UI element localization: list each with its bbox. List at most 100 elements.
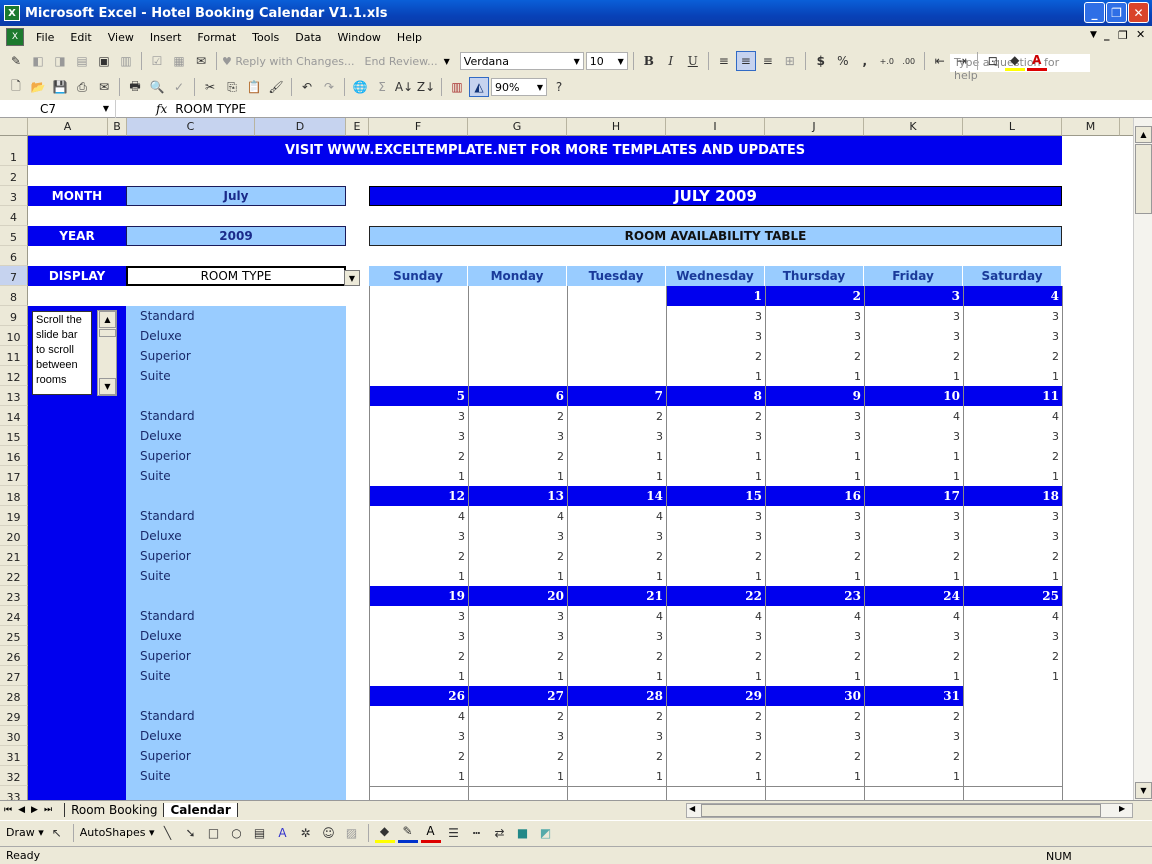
decrease-decimal-icon[interactable]: .00 <box>899 51 919 71</box>
display-dropdown-arrow-icon[interactable]: ▼ <box>344 270 360 286</box>
date-number[interactable]: 22 <box>666 586 765 606</box>
select-all-corner[interactable] <box>0 118 28 136</box>
availability-cell[interactable]: 4 <box>963 406 1062 426</box>
availability-cell[interactable]: 2 <box>468 406 567 426</box>
autosum-icon[interactable]: Σ <box>372 77 392 97</box>
align-right-icon[interactable]: ≡ <box>758 51 778 71</box>
scroll-up-icon[interactable]: ▲ <box>1135 126 1152 143</box>
availability-cell[interactable]: 1 <box>468 566 567 586</box>
date-number[interactable]: 21 <box>567 586 666 606</box>
line-icon[interactable]: ╲ <box>158 823 178 843</box>
previous-comment-icon[interactable]: ◧ <box>28 51 48 71</box>
undo-icon[interactable]: ↶ <box>297 77 317 97</box>
availability-cell[interactable]: 3 <box>765 406 864 426</box>
availability-cell[interactable]: 3 <box>666 726 765 746</box>
horizontal-scroll-thumb[interactable] <box>701 804 1101 817</box>
save-icon[interactable]: 💾 <box>50 77 70 97</box>
availability-cell[interactable]: 3 <box>369 426 468 446</box>
scroll-left-icon[interactable]: ◀ <box>689 804 695 813</box>
workbook-icon[interactable]: X <box>6 28 24 46</box>
first-sheet-icon[interactable]: ⏮ <box>4 805 12 815</box>
row-header-2[interactable]: 2 <box>0 166 28 186</box>
availability-cell[interactable]: 1 <box>765 566 864 586</box>
date-number[interactable]: 25 <box>963 586 1062 606</box>
row-header-4[interactable]: 4 <box>0 206 28 226</box>
date-number[interactable]: 18 <box>963 486 1062 506</box>
restore-button[interactable]: ❐ <box>1106 2 1127 23</box>
wordart-icon[interactable]: A <box>273 823 293 843</box>
row-header-27[interactable]: 27 <box>0 666 28 686</box>
column-header-f[interactable]: F <box>369 118 468 136</box>
column-header-c[interactable]: C <box>127 118 255 136</box>
date-number[interactable]: 8 <box>666 386 765 406</box>
availability-cell[interactable]: 1 <box>567 766 666 786</box>
month-value[interactable]: July <box>126 186 346 206</box>
availability-cell[interactable]: 3 <box>369 526 468 546</box>
availability-cell[interactable]: 1 <box>963 366 1062 386</box>
vertical-scrollbar[interactable]: ▲ ▼ <box>1133 118 1152 800</box>
year-value[interactable]: 2009 <box>126 226 346 246</box>
availability-cell[interactable]: 3 <box>963 526 1062 546</box>
bold-button[interactable]: B <box>639 51 659 71</box>
minimize-button[interactable]: _ <box>1084 2 1105 23</box>
availability-cell[interactable]: 3 <box>963 326 1062 346</box>
availability-cell[interactable]: 3 <box>864 626 963 646</box>
draw-menu-button[interactable]: Draw ▾ <box>6 826 44 839</box>
availability-cell[interactable]: 3 <box>765 506 864 526</box>
availability-cell[interactable]: 3 <box>864 506 963 526</box>
scroll-down-icon[interactable]: ▼ <box>1135 782 1152 799</box>
horizontal-scrollbar[interactable]: ◀ ▶ <box>686 803 1133 818</box>
chart-wizard-icon[interactable]: ▥ <box>447 77 467 97</box>
menu-view[interactable]: View <box>100 31 142 44</box>
sort-descending-icon[interactable]: Z↓ <box>416 77 436 97</box>
availability-cell[interactable]: 1 <box>666 566 765 586</box>
availability-cell[interactable]: 3 <box>369 726 468 746</box>
fill-color-icon[interactable]: ◆ <box>1004 51 1025 71</box>
name-box[interactable]: C7 ▼ <box>0 99 116 118</box>
availability-cell[interactable]: 2 <box>567 706 666 726</box>
row-header-14[interactable]: 14 <box>0 406 28 426</box>
email-icon[interactable]: ✉ <box>94 77 114 97</box>
print-icon[interactable]: 🖶 <box>125 77 145 97</box>
availability-cell[interactable]: 2 <box>468 546 567 566</box>
availability-cell[interactable]: 1 <box>864 466 963 486</box>
availability-cell[interactable]: 1 <box>666 466 765 486</box>
row-header-12[interactable]: 12 <box>0 366 28 386</box>
availability-cell[interactable]: 2 <box>369 646 468 666</box>
close-button[interactable]: ✕ <box>1128 2 1149 23</box>
availability-cell[interactable]: 1 <box>468 666 567 686</box>
availability-cell[interactable]: 1 <box>567 666 666 686</box>
date-number[interactable]: 14 <box>567 486 666 506</box>
next-comment-icon[interactable]: ◨ <box>50 51 70 71</box>
availability-cell[interactable]: 1 <box>765 766 864 786</box>
date-number[interactable]: 4 <box>963 286 1062 306</box>
availability-cell[interactable]: 3 <box>864 726 963 746</box>
row-header-8[interactable]: 8 <box>0 286 28 306</box>
column-header-b[interactable]: B <box>108 118 127 136</box>
oval-icon[interactable]: ○ <box>227 823 247 843</box>
date-number[interactable]: 2 <box>765 286 864 306</box>
display-dropdown[interactable]: ROOM TYPE <box>126 266 346 286</box>
date-number[interactable]: 20 <box>468 586 567 606</box>
availability-cell[interactable]: 1 <box>864 566 963 586</box>
date-number[interactable]: 29 <box>666 686 765 706</box>
availability-cell[interactable]: 4 <box>567 606 666 626</box>
availability-cell[interactable]: 1 <box>864 366 963 386</box>
availability-cell[interactable]: 3 <box>765 426 864 446</box>
availability-cell[interactable]: 3 <box>567 426 666 446</box>
availability-cell[interactable]: 3 <box>666 526 765 546</box>
format-painter-icon[interactable]: 🖌 <box>266 77 286 97</box>
date-number[interactable]: 27 <box>468 686 567 706</box>
room-scroll-thumb[interactable] <box>99 329 116 337</box>
availability-cell[interactable]: 2 <box>963 646 1062 666</box>
show-all-comments-icon[interactable]: ▣ <box>94 51 114 71</box>
availability-cell[interactable]: 2 <box>666 646 765 666</box>
date-number[interactable]: 19 <box>369 586 468 606</box>
availability-cell[interactable]: 3 <box>765 526 864 546</box>
align-center-icon[interactable]: ≡ <box>735 51 756 71</box>
date-number[interactable]: 23 <box>765 586 864 606</box>
row-header-29[interactable]: 29 <box>0 706 28 726</box>
column-header-e[interactable]: E <box>346 118 369 136</box>
column-header-a[interactable]: A <box>28 118 108 136</box>
row-header-20[interactable]: 20 <box>0 526 28 546</box>
